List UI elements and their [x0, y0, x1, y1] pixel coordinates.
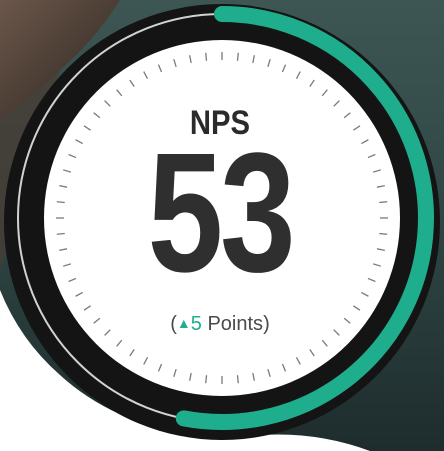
dial-tick: [379, 201, 388, 204]
triangle-up-icon: ▲: [176, 315, 191, 331]
dial-tick: [205, 375, 208, 384]
dial-tick: [236, 375, 239, 384]
nps-widget: NPS 53 (▲5 Points): [0, 0, 444, 451]
dial-tick: [56, 201, 65, 204]
change-close-paren: ): [263, 313, 270, 335]
dial-tick: [205, 52, 208, 61]
metric-change: (▲5 Points): [130, 313, 310, 336]
change-amount: 5: [190, 313, 202, 335]
change-unit: Points: [207, 313, 264, 335]
dial-tick: [236, 52, 239, 61]
dial-tick: [56, 232, 65, 235]
dial-tick: [379, 232, 388, 235]
metric-value: 53: [147, 118, 296, 308]
change-open-paren: (: [170, 313, 177, 335]
